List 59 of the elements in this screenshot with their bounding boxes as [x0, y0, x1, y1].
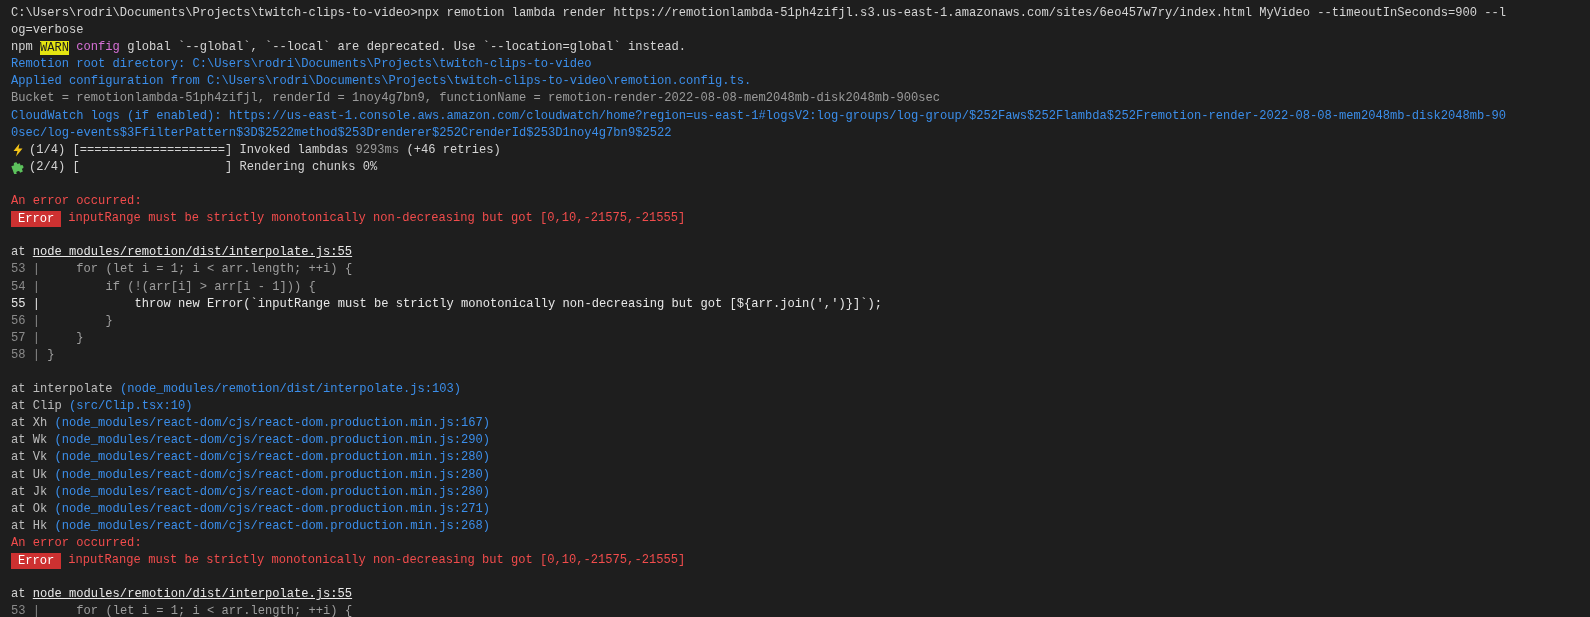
- stack-frame: at Clip: [11, 398, 70, 416]
- terminal-text: CloudWatch logs (if enabled): https://us-east-1.console.aws.amazon.com/cloudwatch/home?region=us-east-1#logsV2:log-groups/log-group/$252Faws$252Flambda$252Fremotion-render-2022-08-08-mem2048mb-disk2048mb-90: [11, 107, 1507, 125]
- code-line: }: [47, 346, 55, 364]
- terminal-text: (node_modules/react-dom/cjs/react-dom.production.min.js:167): [54, 415, 490, 433]
- terminal-text: C:\Users\rodri\Documents\Projects\twitch-clips-to-video>npx remotion lambda render https://remotionlambda-51ph4zifjl.s3.us-east-1.amazonaws.com/sites/6eo457w7ry/index.html MyVideo --timeoutInSeconds=900 --l: [11, 5, 1507, 22]
- error-badge: Error: [11, 552, 62, 569]
- terminal-text: Applied configuration from C:\Users\rodri\Documents\Projects\twitch-clips-to-video\remotion.config.ts.: [11, 73, 752, 91]
- error-badge: Error: [11, 210, 62, 227]
- code-line: throw new Error(`inputRange must be strictly monotonically non-decreasing but got [${arr.join(',')}]`);: [133, 295, 882, 313]
- terminal-text: global `--global`, `--local` are deprecated. Use `--location=global` instead.: [126, 39, 686, 57]
- terminal-text: 0sec/log-events$3FfilterPattern$3D$2522method$253Drenderer$252CrenderId$253D1noy4g7bn9$2522: [11, 124, 672, 142]
- line-number: 55 |: [11, 295, 41, 313]
- stack-frame: at Xh: [11, 415, 55, 433]
- terminal-text: (node_modules/react-dom/cjs/react-dom.production.min.js:290): [54, 432, 490, 450]
- terminal-text: (node_modules/react-dom/cjs/react-dom.production.min.js:280): [54, 449, 490, 467]
- terminal-text: (+46 retries): [405, 141, 501, 159]
- file-link[interactable]: node_modules/remotion/dist/interpolate.js:55: [32, 586, 353, 604]
- stack-frame: at Vk: [11, 449, 55, 467]
- code-line: for (let i = 1; i < arr.length; ++i) {: [75, 261, 353, 279]
- terminal-text: npm: [11, 39, 34, 57]
- terminal-text: (1/4) [====================] Invoked lambdas: [29, 141, 350, 159]
- stack-frame: at Hk: [11, 517, 55, 535]
- stack-frame: at Jk: [11, 483, 55, 501]
- terminal-text: (src/Clip.tsx:10): [69, 398, 193, 416]
- terminal-text: (node_modules/react-dom/cjs/react-dom.production.min.js:268): [54, 517, 490, 535]
- line-number: 58 |: [11, 346, 41, 364]
- error-message: An error occurred:: [11, 193, 142, 211]
- error-message: inputRange must be strictly monotonically non-decreasing but got [0,10,-21575,-21555]: [68, 210, 686, 228]
- error-message: An error occurred:: [11, 534, 142, 552]
- terminal-text: 9293ms: [355, 141, 400, 159]
- terminal-text: Remotion root directory: C:\Users\rodri\Documents\Projects\twitch-clips-to-video: [11, 56, 592, 74]
- line-number: 54 |: [11, 278, 41, 296]
- code-line: for (let i = 1; i < arr.length; ++i) {: [75, 603, 353, 617]
- terminal-text: at: [11, 244, 27, 262]
- line-number: 56 |: [11, 312, 41, 330]
- stack-frame: at Ok: [11, 500, 55, 518]
- error-message: inputRange must be strictly monotonically non-decreasing but got [0,10,-21575,-21555]: [68, 552, 686, 569]
- lightning-icon: [11, 143, 25, 158]
- line-number: 57 |: [11, 329, 41, 347]
- code-line: if (!(arr[i] > arr[i - 1])) {: [104, 278, 316, 296]
- warn-label: WARN: [40, 40, 70, 55]
- line-number: 53 |: [11, 261, 41, 279]
- terminal-text: config: [75, 39, 120, 57]
- line-number: 53 |: [11, 603, 41, 617]
- stack-frame: at Uk: [11, 466, 55, 484]
- terminal-text: (node_modules/react-dom/cjs/react-dom.production.min.js:280): [54, 483, 490, 501]
- terminal-text: (2/4) [ ] Rendering chunks 0%: [29, 158, 378, 176]
- terminal-text: og=verbose: [11, 22, 84, 40]
- terminal-text: (node_modules/react-dom/cjs/react-dom.production.min.js:280): [54, 466, 490, 484]
- code-line: }: [104, 312, 113, 330]
- terminal-text: Bucket = remotionlambda-51ph4zifjl, renderId = 1noy4g7bn9, functionName = remotion-render-2022-08-08-mem2048mb-disk2048mb-900sec: [11, 90, 940, 108]
- stack-frame: at Wk: [11, 432, 55, 450]
- terminal-text: (node_modules/react-dom/cjs/react-dom.production.min.js:271): [54, 500, 490, 518]
- code-line: }: [75, 329, 84, 347]
- file-link[interactable]: node_modules/remotion/dist/interpolate.js:55: [32, 244, 353, 262]
- puzzle-icon: [11, 160, 25, 175]
- terminal-text: at: [11, 586, 27, 604]
- terminal-text: (node_modules/remotion/dist/interpolate.js:103): [119, 381, 461, 399]
- stack-frame: at interpolate: [11, 381, 120, 399]
